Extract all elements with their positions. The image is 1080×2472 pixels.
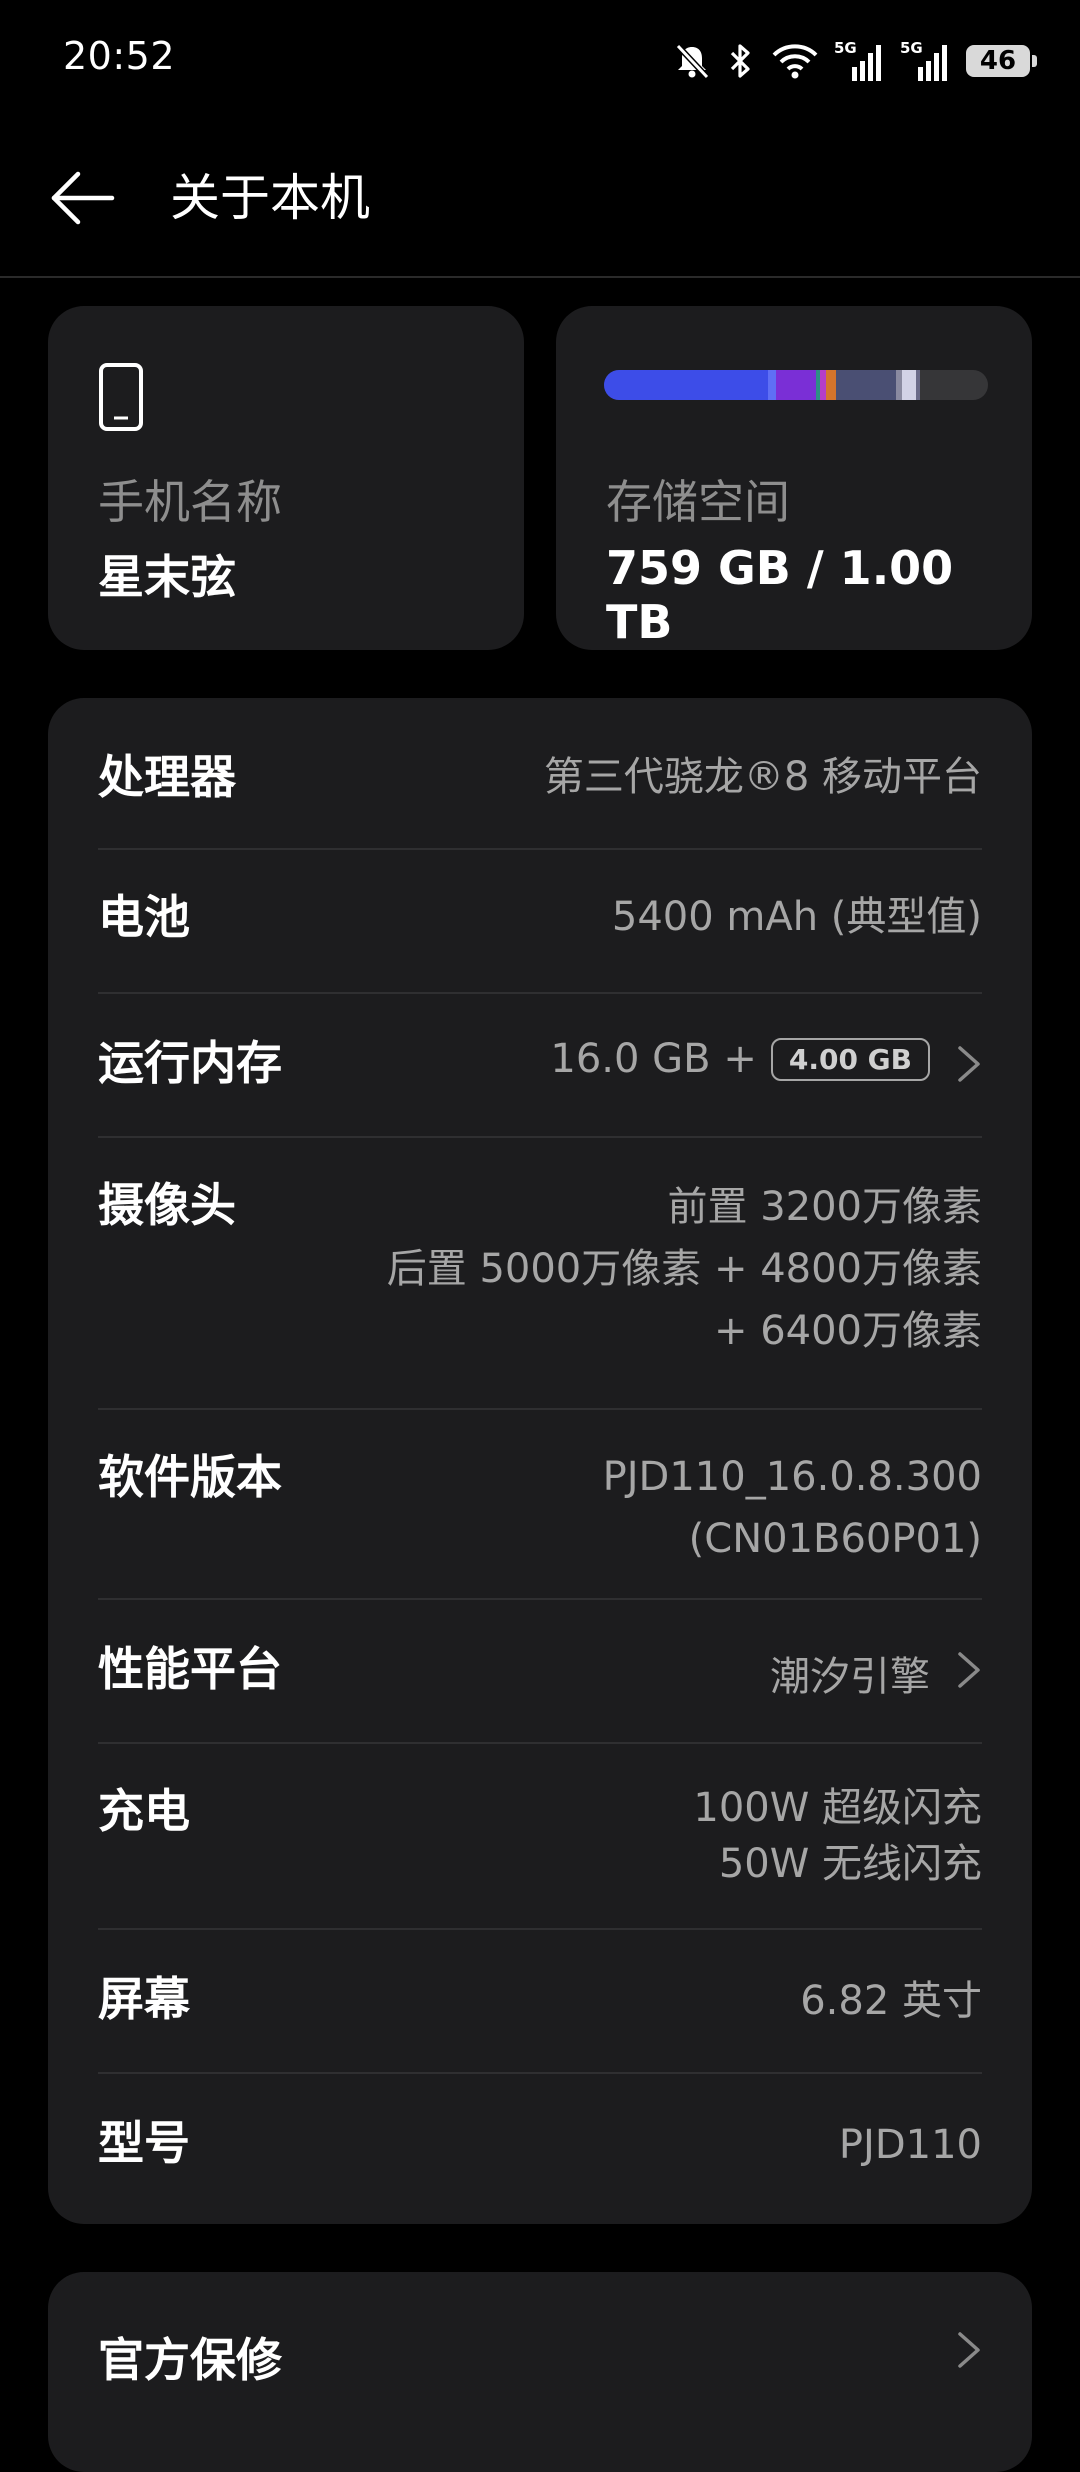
device-name-card[interactable]: 手机名称 星末弦 <box>48 306 524 650</box>
charging-wireless: 50W 无线闪充 <box>718 1841 982 1887</box>
signal-5g-label-1: 5G <box>834 39 857 57</box>
header-divider <box>0 276 1080 278</box>
battery-icon: 46 <box>966 45 1037 77</box>
ram-extension-badge: 4.00 GB <box>770 1037 930 1081</box>
chevron-right-icon <box>956 2330 982 2374</box>
camera-label: 摄像头 <box>98 1178 236 1232</box>
row-divider <box>98 1408 982 1410</box>
row-divider <box>98 848 982 850</box>
camera-front: 前置 3200万像素 <box>667 1184 982 1230</box>
spec-row-charging: 充电 100W 超级闪充 50W 无线闪充 <box>98 1780 982 1910</box>
model-label: 型号 <box>98 2116 190 2170</box>
signal-5g-label-2: 5G <box>900 39 923 57</box>
software-build: (CN01B60P01) <box>688 1516 982 1562</box>
spec-row-software: 软件版本 PJD110_16.0.8.300 (CN01B60P01) <box>98 1446 982 1576</box>
spec-list: 处理器 第三代骁龙®8 移动平台 电池 5400 mAh (典型值) 运行内存 … <box>48 698 1032 2224</box>
screen-value: 6.82 英寸 <box>800 1978 982 2024</box>
processor-label: 处理器 <box>98 750 236 804</box>
chevron-right-icon <box>956 1044 982 1088</box>
processor-value: 第三代骁龙®8 移动平台 <box>543 754 982 800</box>
performance-label: 性能平台 <box>98 1642 282 1696</box>
bluetooth-icon <box>726 41 756 81</box>
spec-row-battery: 电池 5400 mAh (典型值) <box>98 886 982 948</box>
model-value: PJD110 <box>838 2122 982 2168</box>
row-divider <box>98 1136 982 1138</box>
charging-label: 充电 <box>98 1784 190 1838</box>
camera-value: 前置 3200万像素 后置 5000万像素 + 4800万像素 + 6400万像… <box>387 1176 982 1362</box>
spec-row-processor: 处理器 第三代骁龙®8 移动平台 <box>98 746 982 808</box>
app-header: 关于本机 <box>0 120 1080 276</box>
warranty-row[interactable]: 官方保修 <box>48 2272 1032 2472</box>
spec-row-model: 型号 PJD110 <box>98 2112 982 2174</box>
charging-value: 100W 超级闪充 50W 无线闪充 <box>693 1780 982 1892</box>
row-divider <box>98 1928 982 1930</box>
device-name-value: 星末弦 <box>98 550 236 604</box>
signal-5g-icon-2: 5G <box>900 39 952 83</box>
device-name-label: 手机名称 <box>98 475 282 529</box>
back-arrow-icon <box>51 171 115 225</box>
row-divider <box>98 992 982 994</box>
storage-value: 759 GB / 1.00 TB <box>606 541 954 649</box>
spec-row-ram[interactable]: 运行内存 16.0 GB + 4.00 GB <box>98 1032 982 1094</box>
software-label: 软件版本 <box>98 1450 282 1504</box>
ram-value: 16.0 GB + 4.00 GB <box>550 1036 930 1082</box>
software-version: PJD110_16.0.8.300 <box>602 1454 982 1500</box>
page-title: 关于本机 <box>170 169 370 227</box>
status-time: 20:52 <box>63 34 176 78</box>
row-divider <box>98 2072 982 2074</box>
software-value: PJD110_16.0.8.300 (CN01B60P01) <box>603 1446 982 1570</box>
screen-label: 屏幕 <box>98 1972 190 2026</box>
storage-label: 存储空间 <box>606 475 790 529</box>
status-bar: 20:52 5G 5G 46 <box>0 0 1080 120</box>
chevron-right-icon <box>956 1650 982 1694</box>
spec-row-screen: 屏幕 6.82 英寸 <box>98 1968 982 2030</box>
battery-level: 46 <box>979 46 1017 76</box>
ram-label: 运行内存 <box>98 1036 282 1090</box>
wifi-icon <box>770 41 820 81</box>
status-icons: 5G 5G 46 <box>672 36 1037 86</box>
phone-icon <box>98 362 144 436</box>
warranty-label: 官方保修 <box>98 2333 282 2387</box>
storage-usage-bar <box>604 370 988 400</box>
camera-rear: 后置 5000万像素 + 4800万像素 <box>386 1246 982 1292</box>
camera-rear-extra: + 6400万像素 <box>713 1308 982 1354</box>
charging-wired: 100W 超级闪充 <box>693 1785 982 1831</box>
spec-row-camera: 摄像头 前置 3200万像素 后置 5000万像素 + 4800万像素 + 64… <box>98 1174 982 1374</box>
storage-card[interactable]: 存储空间 759 GB / 1.00 TB <box>556 306 1032 650</box>
back-button[interactable] <box>40 160 126 236</box>
performance-value: 潮汐引擎 <box>770 1654 930 1700</box>
row-divider <box>98 1742 982 1744</box>
battery-label: 电池 <box>98 890 190 944</box>
mute-bell-icon <box>672 41 712 81</box>
row-divider <box>98 1598 982 1600</box>
signal-5g-icon: 5G <box>834 39 886 83</box>
battery-value: 5400 mAh (典型值) <box>611 894 982 940</box>
ram-base-value: 16.0 GB + <box>550 1036 757 1082</box>
spec-row-performance[interactable]: 性能平台 潮汐引擎 <box>98 1638 982 1700</box>
